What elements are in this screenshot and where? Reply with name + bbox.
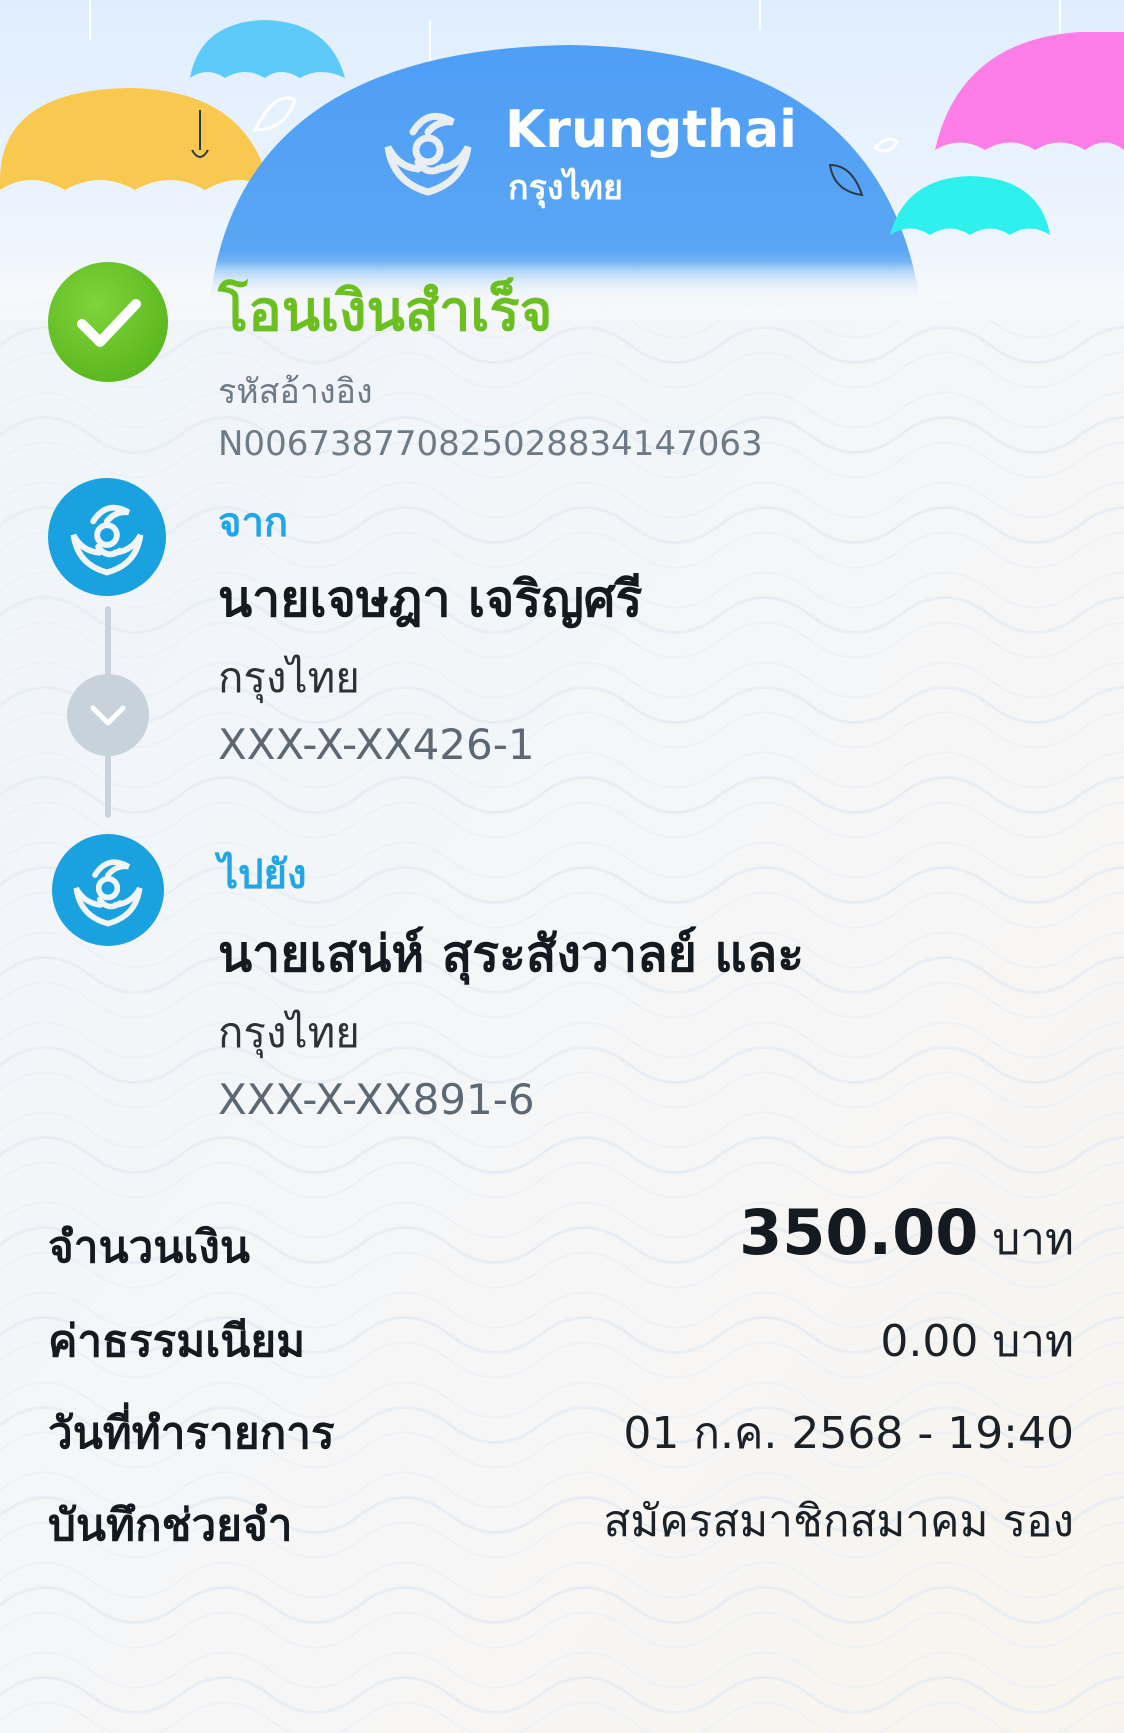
from-name: นายเจษฎา เจริญศรี bbox=[218, 570, 643, 628]
amount-unit: บาท bbox=[992, 1214, 1074, 1265]
memo-label: บันทึกช่วยจำ bbox=[48, 1500, 293, 1551]
from-account-number: XXX-X-XX426-1 bbox=[218, 720, 535, 769]
to-label: ไปยัง bbox=[218, 852, 307, 898]
brand-name-thai: กรุงไทย bbox=[508, 168, 623, 208]
amount-number: 350.00 bbox=[739, 1196, 979, 1269]
status-title: โอนเงินสำเร็จ bbox=[218, 279, 553, 344]
check-icon bbox=[77, 299, 141, 347]
krungthai-logo-icon bbox=[70, 504, 144, 576]
amount-label: จำนวนเงิน bbox=[48, 1222, 250, 1273]
fee-value: 0.00 บาท bbox=[880, 1316, 1074, 1367]
to-bank-name: กรุงไทย bbox=[218, 1008, 360, 1057]
to-name: นายเสน่ห์ สุระสังวาลย์ และ bbox=[218, 925, 805, 983]
brand-name: Krungthai bbox=[505, 100, 797, 160]
chevron-down-icon bbox=[90, 705, 126, 726]
krungthai-logo-icon bbox=[73, 859, 143, 927]
krungthai-logo-icon bbox=[384, 112, 472, 196]
date-value: 01 ก.ค. 2568 - 19:40 bbox=[623, 1408, 1074, 1459]
transfer-slip: Krungthai กรุงไทย โอนเงินสำเร็จ รหัสอ้าง… bbox=[0, 0, 1124, 1733]
success-check-badge bbox=[48, 262, 168, 382]
memo-value: สมัครสมาชิกสมาคม รอง bbox=[603, 1496, 1074, 1547]
from-label: จาก bbox=[218, 500, 289, 546]
from-bank-logo bbox=[48, 478, 166, 596]
to-bank-logo bbox=[52, 834, 164, 946]
amount-value: 350.00 บาท bbox=[739, 1196, 1074, 1274]
reference-value: N006738770825028834147063 bbox=[218, 424, 763, 464]
date-label: วันที่ทำรายการ bbox=[48, 1408, 335, 1459]
to-account-number: XXX-X-XX891-6 bbox=[218, 1075, 535, 1124]
header-banner: Krungthai กรุงไทย bbox=[0, 0, 1124, 320]
fee-label: ค่าธรรมเนียม bbox=[48, 1316, 306, 1367]
transfer-direction-indicator bbox=[67, 674, 149, 756]
from-bank-name: กรุงไทย bbox=[218, 653, 360, 702]
reference-label: รหัสอ้างอิง bbox=[218, 372, 373, 412]
